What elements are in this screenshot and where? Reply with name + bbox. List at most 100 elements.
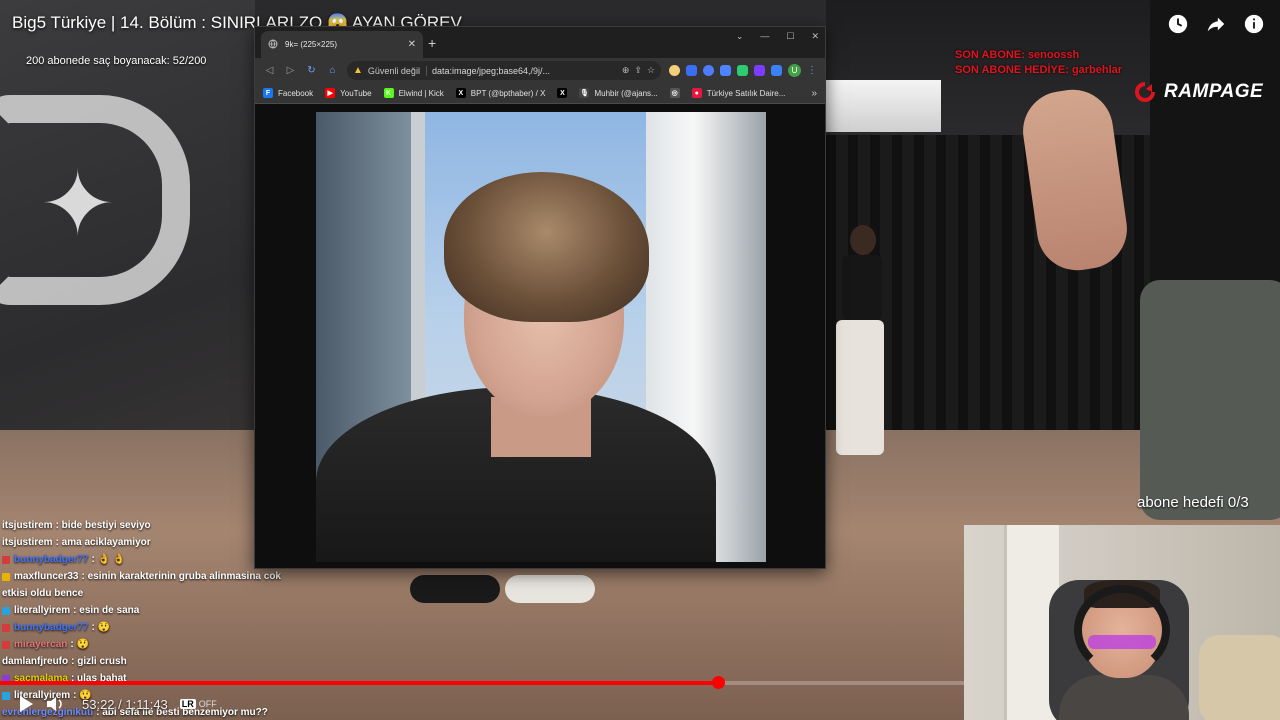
chat-username[interactable]: bunnybadger77 [14, 619, 88, 636]
security-label[interactable]: Güvenli değil [368, 65, 427, 76]
chat-username[interactable]: bunnybadger77 [14, 551, 88, 568]
volume-icon[interactable] [46, 696, 64, 712]
bookmark-label: Türkiye Satılık Daire... [706, 88, 786, 98]
bookmark-favicon-icon: ▶ [325, 88, 336, 98]
chat-username[interactable]: maxfluncer33 [14, 568, 78, 585]
chat-username[interactable]: itsjustirem [2, 517, 53, 534]
extension-icon[interactable] [686, 65, 697, 76]
bookmark-favicon-icon: X [557, 88, 568, 98]
chat-username[interactable]: itsjustirem [2, 534, 53, 551]
lr-icon: LR [179, 699, 196, 709]
bookmark-item[interactable]: ▶ YouTube [325, 88, 372, 98]
sidepanel-icon[interactable] [771, 65, 782, 76]
rampage-logo: RAMPAGE [1132, 80, 1263, 104]
bookmark-item[interactable]: K Elwind | Kick [383, 88, 444, 98]
bookmark-favicon-icon: 🎙 [579, 88, 590, 98]
address-bar[interactable]: ▲ Güvenli değil data:image/jpeg;base64,/… [347, 61, 661, 80]
menu-icon[interactable]: ⋮ [807, 65, 817, 76]
chat-text: etkisi oldu bence [2, 588, 84, 599]
tab-search-icon[interactable]: ⌄ [736, 31, 744, 42]
home-icon[interactable]: ⌂ [326, 64, 339, 77]
sneakers [410, 565, 600, 610]
bookmark-star-icon[interactable]: ☆ [647, 65, 655, 76]
bookmark-favicon-icon: ◎ [669, 88, 680, 98]
info-icon[interactable] [1242, 12, 1266, 36]
browser-tab[interactable]: 9k= (225×225) ✕ [261, 31, 423, 58]
yt-top-actions [1166, 12, 1266, 36]
chat-badge-icon [2, 555, 10, 564]
chat-username[interactable]: damlanfjreufo [2, 653, 68, 670]
portrait-photo [316, 112, 766, 562]
minimize-icon[interactable]: — [760, 31, 769, 42]
subscriber-goal-text: 200 abonede saç boyanacak: 52/200 [26, 55, 207, 67]
chat-message: damlanfjreufo: gizli crush [2, 653, 302, 670]
bookmarks-overflow-icon[interactable]: » [811, 88, 817, 99]
extensions-bar: U ⋮ [669, 64, 817, 77]
puzzle-icon[interactable] [720, 65, 731, 76]
bookmark-item[interactable]: 🎙 Muhbir (@ajans... [579, 88, 658, 98]
bookmark-item[interactable]: ◎ [669, 88, 680, 98]
reload-icon[interactable]: ↻ [305, 64, 318, 77]
chat-text: : 😲 [70, 639, 89, 650]
bookmark-label: Elwind | Kick [398, 88, 444, 98]
chat-text: : esinin karakterinin gruba alinmasina c… [81, 571, 281, 582]
image-viewer[interactable] [255, 104, 825, 568]
extension-icon[interactable] [754, 65, 765, 76]
bookmark-favicon-icon: X [455, 88, 466, 98]
extension-icon[interactable] [737, 65, 748, 76]
subscriber-alert: SON ABONE: senoossh SON ABONE HEDİYE: ga… [955, 49, 1123, 76]
clock-icon[interactable] [1166, 12, 1190, 36]
chat-username[interactable]: literallyirem [14, 602, 70, 619]
bookmark-label: BPT (@bpthaber) / X [470, 88, 546, 98]
url-text[interactable]: data:image/jpeg;base64,/9j/... [432, 66, 617, 76]
bookmark-label: YouTube [340, 88, 372, 98]
globe-icon [268, 39, 278, 51]
chat-message: literallyirem: esin de sana [2, 602, 302, 619]
bookmark-label: Muhbir (@ajans... [594, 88, 658, 98]
browser-toolbar: ◁ ▷ ↻ ⌂ ▲ Güvenli değil data:image/jpeg;… [255, 58, 825, 83]
dancer-figure [830, 225, 900, 460]
streamer-webcam [964, 525, 1280, 720]
tab-bar: 9k= (225×225) ✕ + ⌄ — ☐ ✕ [255, 27, 825, 58]
chat-badge-icon [2, 572, 10, 581]
play-icon[interactable] [18, 695, 34, 713]
bookmark-item[interactable]: ● Türkiye Satılık Daire... [691, 88, 786, 98]
bookmark-favicon-icon: ● [691, 88, 702, 98]
window-controls: ⌄ — ☐ ✕ [736, 31, 819, 42]
bookmark-item[interactable]: F Facebook [263, 88, 313, 98]
tab-close-icon[interactable]: ✕ [408, 39, 416, 50]
star-logo: ✦ [40, 155, 116, 255]
warning-icon[interactable]: ▲ [353, 65, 363, 76]
browser-window[interactable]: 9k= (225×225) ✕ + ⌄ — ☐ ✕ ◁ ▷ ↻ ⌂ ▲ Güve… [254, 26, 826, 569]
autoplay-toggle[interactable]: LR OFF [179, 699, 217, 709]
maximize-icon[interactable]: ☐ [786, 31, 794, 42]
chat-badge-icon [2, 640, 10, 649]
progress-bar[interactable] [0, 676, 964, 689]
chat-text: : ama aciklayamiyor [55, 537, 151, 548]
chat-message: etkisi oldu bence [2, 585, 302, 602]
player-controls: 53:22 / 1:11:43 LR OFF [0, 688, 964, 720]
new-tab-icon[interactable]: + [428, 35, 436, 51]
zoom-icon[interactable]: ⊕ [622, 65, 630, 76]
softbox-light [826, 80, 941, 132]
bookmark-item[interactable]: X BPT (@bpthaber) / X [455, 88, 546, 98]
forward-icon[interactable]: ▷ [284, 64, 297, 77]
share-page-icon[interactable]: ⇪ [634, 65, 642, 76]
chat-text: : esin de sana [73, 605, 140, 616]
back-icon[interactable]: ◁ [263, 64, 276, 77]
rampage-emblem-icon [1135, 82, 1155, 102]
close-icon[interactable]: ✕ [811, 31, 819, 42]
chat-username[interactable]: mirayercan [14, 636, 67, 653]
brand-name: RAMPAGE [1164, 81, 1264, 102]
extension-icon[interactable] [669, 65, 680, 76]
bookmark-item[interactable]: X [557, 88, 568, 98]
chat-message: maxfluncer33: esinin karakterinin gruba … [2, 568, 302, 585]
bookmark-label: Facebook [278, 88, 314, 98]
extension-icon[interactable] [703, 65, 714, 76]
chat-text: : gizli crush [71, 656, 127, 667]
bookmark-favicon-icon: F [263, 88, 273, 98]
profile-avatar[interactable]: U [788, 64, 801, 77]
chat-message: mirayercan: 😲 [2, 636, 302, 653]
share-icon[interactable] [1204, 12, 1228, 36]
progress-fill [0, 681, 718, 685]
